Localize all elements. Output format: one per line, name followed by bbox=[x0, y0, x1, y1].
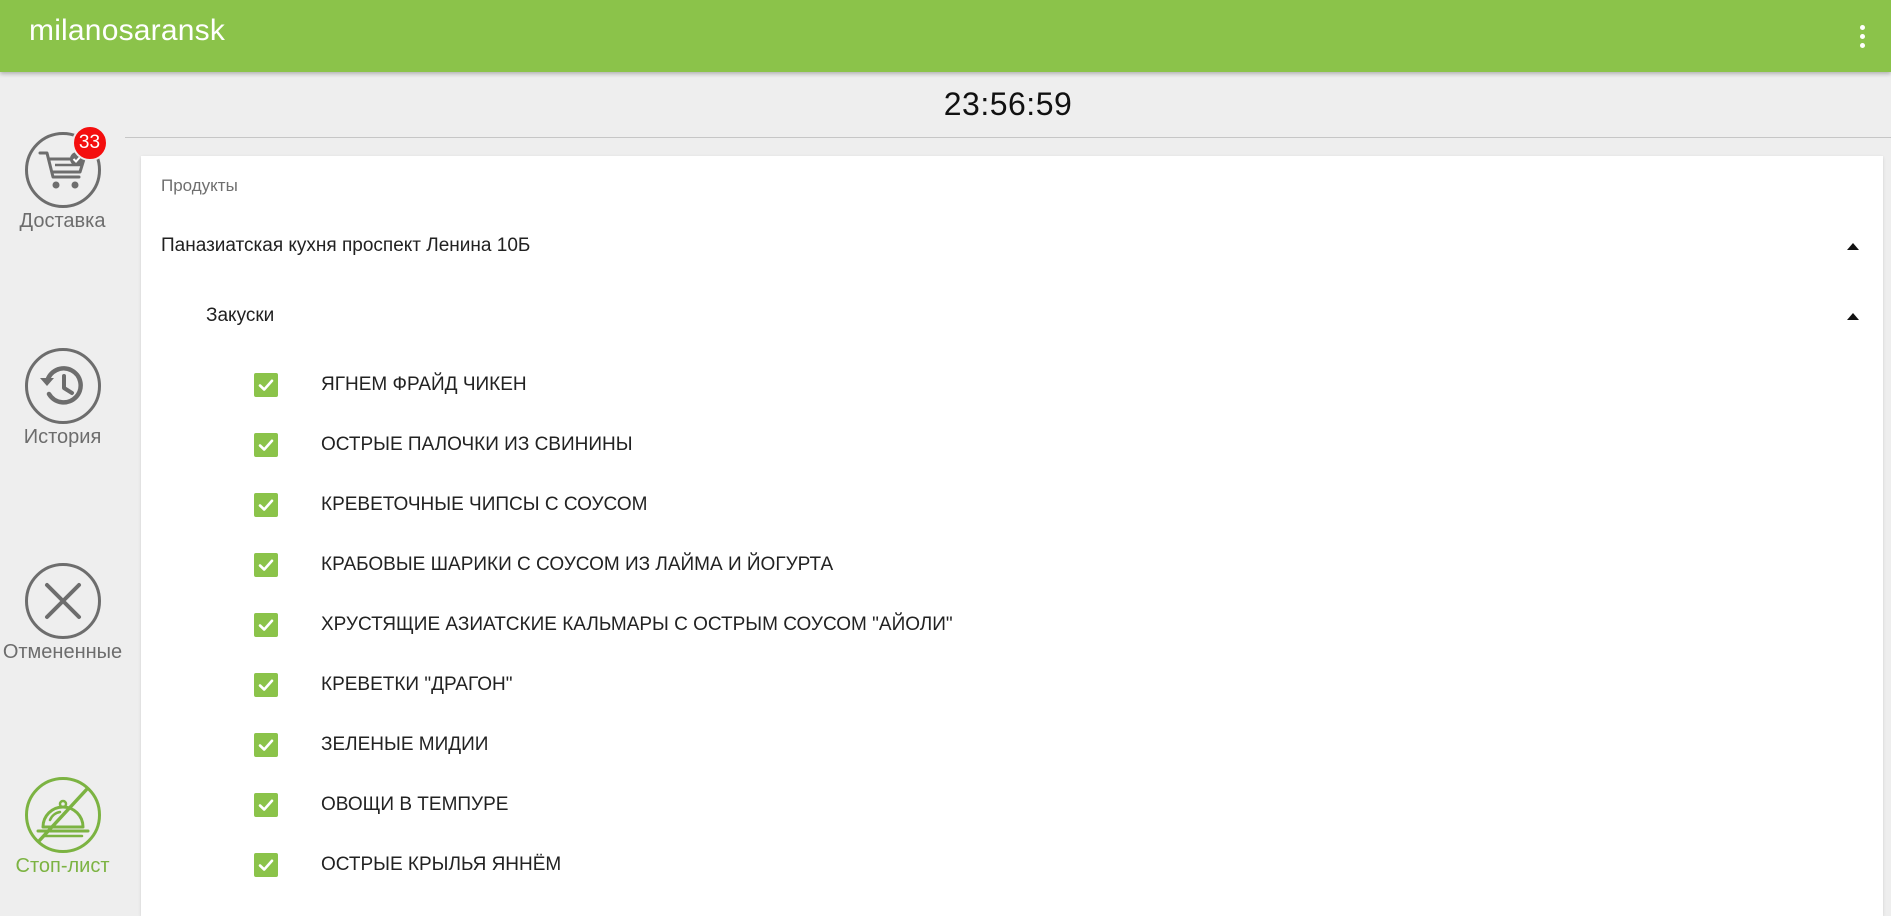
check-icon bbox=[258, 439, 274, 451]
list-item[interactable]: КРЕВЕТОЧНЫЕ ЧИПСЫ С СОУСОМ bbox=[141, 480, 1883, 530]
cart-icon: 33 bbox=[24, 125, 108, 208]
checkbox[interactable] bbox=[254, 433, 278, 457]
sidebar-item-history[interactable]: История bbox=[0, 348, 125, 449]
close-icon bbox=[24, 563, 101, 639]
products-panel: Продукты Паназиатская кухня проспект Лен… bbox=[141, 156, 1883, 916]
item-label: КРАБОВЫЕ ШАРИКИ С СОУСОМ ИЗ ЛАЙМА И ЙОГУ… bbox=[321, 554, 834, 575]
app-bar: milanosaransk bbox=[0, 0, 1891, 72]
collapse-arrow-icon[interactable] bbox=[1847, 243, 1859, 250]
sidebar-item-label: История bbox=[23, 426, 102, 448]
item-label: ОСТРЫЕ КРЫЛЬЯ ЯННЁМ bbox=[321, 854, 562, 875]
check-icon bbox=[258, 559, 274, 571]
sidebar-item-cancelled[interactable]: Отмененные bbox=[0, 563, 125, 664]
sidebar: 33 Доставка История Отмененные Стоп-лист bbox=[0, 72, 125, 895]
category-group-header[interactable]: Закуски bbox=[141, 293, 1883, 339]
sidebar-item-label: Доставка bbox=[19, 210, 106, 232]
collapse-arrow-icon[interactable] bbox=[1847, 313, 1859, 320]
check-icon bbox=[258, 619, 274, 631]
list-item[interactable]: ОСТРЫЕ ПАЛОЧКИ ИЗ СВИНИНЫ bbox=[141, 420, 1883, 470]
sidebar-item-delivery[interactable]: 33 Доставка bbox=[0, 125, 125, 233]
item-label: ЗЕЛЕНЫЕ МИДИИ bbox=[321, 734, 489, 755]
item-label: КРЕВЕТКИ "ДРАГОН" bbox=[321, 674, 513, 695]
sidebar-item-label: Стоп-лист bbox=[15, 855, 110, 877]
restaurant-group-header[interactable]: Паназиатская кухня проспект Ленина 10Б bbox=[141, 223, 1883, 269]
sidebar-item-stop-list[interactable]: Стоп-лист bbox=[0, 777, 125, 878]
check-icon bbox=[258, 859, 274, 871]
checkbox[interactable] bbox=[254, 793, 278, 817]
list-item[interactable]: ЗЕЛЕНЫЕ МИДИИ bbox=[141, 720, 1883, 770]
list-item[interactable]: ЯГНЕМ ФРАЙД ЧИКЕН bbox=[141, 360, 1883, 410]
list-item[interactable]: ОСТРЫЕ КРЫЛЬЯ ЯННЁМ bbox=[141, 840, 1883, 890]
category-name: Закуски bbox=[206, 305, 275, 326]
item-label: ХРУСТЯЩИЕ АЗИАТСКИЕ КАЛЬМАРЫ С ОСТРЫМ СО… bbox=[321, 614, 953, 635]
list-item[interactable]: КРАБОВЫЕ ШАРИКИ С СОУСОМ ИЗ ЛАЙМА И ЙОГУ… bbox=[141, 540, 1883, 590]
item-label: КРЕВЕТОЧНЫЕ ЧИПСЫ С СОУСОМ bbox=[321, 494, 648, 515]
checkbox[interactable] bbox=[254, 733, 278, 757]
more-vert-icon[interactable] bbox=[1847, 18, 1877, 54]
checkbox[interactable] bbox=[254, 613, 278, 637]
history-icon bbox=[24, 348, 101, 424]
delivery-count-badge: 33 bbox=[71, 125, 108, 161]
clock-time: 23:56:59 bbox=[943, 86, 1073, 122]
item-label: ОСТРЫЕ ПАЛОЧКИ ИЗ СВИНИНЫ bbox=[321, 434, 633, 455]
check-icon bbox=[258, 379, 274, 391]
check-icon bbox=[258, 499, 274, 511]
check-icon bbox=[258, 799, 274, 811]
list-item[interactable]: КРЕВЕТКИ "ДРАГОН" bbox=[141, 660, 1883, 710]
app-title: milanosaransk bbox=[29, 14, 226, 47]
checkbox[interactable] bbox=[254, 493, 278, 517]
checkbox[interactable] bbox=[254, 853, 278, 877]
checkbox[interactable] bbox=[254, 553, 278, 577]
stop-list-icon bbox=[24, 777, 101, 853]
checkbox[interactable] bbox=[254, 673, 278, 697]
check-icon bbox=[258, 679, 274, 691]
check-icon bbox=[258, 739, 274, 751]
restaurant-name: Паназиатская кухня проспект Ленина 10Б bbox=[161, 235, 531, 256]
item-label: ЯГНЕМ ФРАЙД ЧИКЕН bbox=[321, 374, 527, 395]
sidebar-item-label: Отмененные bbox=[2, 641, 123, 663]
item-label: ОВОЩИ В ТЕМПУРЕ bbox=[321, 794, 509, 815]
panel-title: Продукты bbox=[161, 176, 238, 195]
clock-bar: 23:56:59 bbox=[125, 72, 1891, 138]
list-item[interactable]: ОВОЩИ В ТЕМПУРЕ bbox=[141, 780, 1883, 830]
list-item[interactable]: ХРУСТЯЩИЕ АЗИАТСКИЕ КАЛЬМАРЫ С ОСТРЫМ СО… bbox=[141, 600, 1883, 650]
checkbox[interactable] bbox=[254, 373, 278, 397]
